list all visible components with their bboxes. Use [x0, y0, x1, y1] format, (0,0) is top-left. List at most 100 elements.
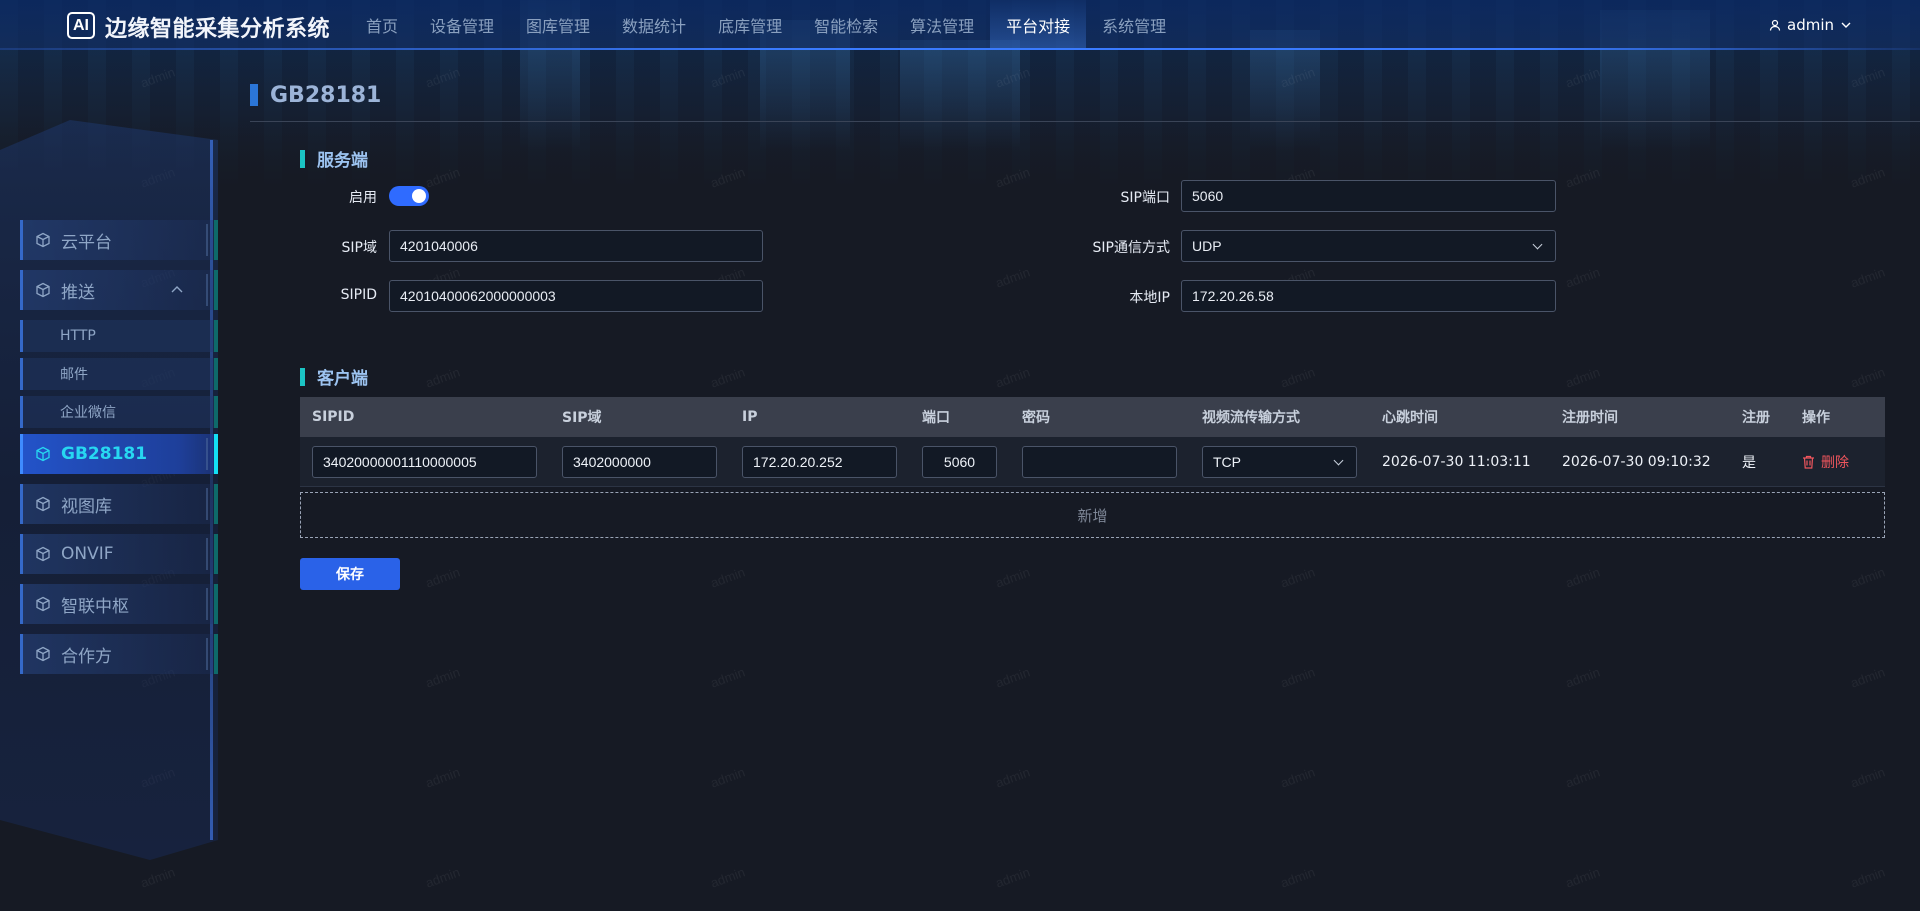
sidebar-item[interactable]: 智联中枢: [20, 584, 218, 624]
server-section-title: 服务端: [300, 146, 368, 171]
title-divider: [250, 121, 1920, 122]
sidebar-item-label: 合作方: [61, 646, 112, 667]
nav-item[interactable]: 设备管理: [414, 0, 510, 50]
sidebar-item-divider: [206, 488, 208, 520]
sip-transport-select[interactable]: UDP: [1181, 230, 1556, 262]
sidebar-item[interactable]: 推送: [20, 270, 218, 310]
sidebar-item-label: 云平台: [61, 232, 112, 253]
watermark-text: admin: [423, 664, 462, 691]
sidebar-subitem[interactable]: 邮件: [20, 358, 218, 390]
watermark-text: admin: [1278, 364, 1317, 391]
sidebar-subitem[interactable]: HTTP: [20, 320, 218, 352]
sidebar-item-label: 视图库: [61, 496, 112, 517]
watermark-text: admin: [1848, 364, 1887, 391]
watermark-text: admin: [1278, 864, 1317, 891]
top-bar: AI 边缘智能采集分析系统 首页 设备管理 图库管理 数据统计 底库管理 智能检索 算法管理…: [0, 0, 1920, 50]
app-logo-icon: AI: [67, 12, 95, 39]
sidebar-item[interactable]: 视图库: [20, 484, 218, 524]
nav-item[interactable]: 平台对接: [990, 0, 1087, 50]
sidebar-item-label: ONVIF: [61, 544, 114, 564]
nav-item[interactable]: 系统管理: [1086, 0, 1182, 50]
table-cell: 2026-07-30 09:10:32: [1550, 454, 1730, 470]
nav-item[interactable]: 数据统计: [606, 0, 702, 50]
cube-icon: [36, 232, 50, 248]
client-port-input[interactable]: 5060: [922, 445, 997, 478]
table-cell: TCP: [1190, 445, 1370, 478]
toggle-knob: [412, 189, 426, 203]
watermark-text: admin: [1563, 564, 1602, 591]
nav-item[interactable]: 首页: [350, 0, 414, 50]
sip-port-label: SIP端口: [1120, 190, 1170, 206]
column-header: SIPID: [312, 409, 355, 425]
client-table: SIPID SIP域 IP 端口 密码 视频流传输方式 心跳时间 注册时间 注册 操作 34020…: [300, 397, 1885, 487]
table-row: 34020000001110000005 3402000000 172.20.20.…: [300, 437, 1885, 487]
local-ip-input[interactable]: 172.20.26.58: [1181, 280, 1556, 312]
client-sip-domain-input[interactable]: 3402000000: [562, 445, 717, 478]
sidebar-item[interactable]: ONVIF: [20, 534, 218, 574]
client-password-input[interactable]: [1022, 445, 1177, 478]
sidebar-subitem[interactable]: 企业微信: [20, 396, 218, 428]
sip-port-input[interactable]: 5060: [1181, 180, 1556, 212]
enable-toggle[interactable]: [389, 186, 429, 206]
table-cell: 3402000000: [550, 445, 730, 478]
user-menu[interactable]: admin: [1769, 0, 1852, 50]
watermark-text: admin: [423, 764, 462, 791]
cube-icon: [36, 596, 50, 612]
sidebar-item-label: 智联中枢: [61, 596, 129, 617]
table-cell: 删除: [1790, 452, 1885, 472]
watermark-text: admin: [1278, 564, 1317, 591]
cube-icon: [36, 546, 50, 562]
column-header: IP: [742, 409, 758, 425]
table-cell: 2026-07-30 11:03:11: [1370, 454, 1550, 470]
add-client-button[interactable]: 新增: [300, 492, 1885, 538]
watermark-text: admin: [1278, 764, 1317, 791]
client-ip-input[interactable]: 172.20.20.252: [742, 445, 897, 478]
watermark-text: admin: [1848, 664, 1887, 691]
table-cell: 34020000001110000005: [300, 445, 550, 478]
trash-icon: [1803, 455, 1814, 469]
table-cell: 5060: [910, 445, 1010, 478]
local-ip-label: 本地IP: [1129, 290, 1170, 306]
sidebar-item-divider: [206, 224, 208, 256]
sipid-label: SIPID: [340, 287, 377, 303]
section-bar: [300, 367, 305, 386]
sidebar-subitem-label: 企业微信: [60, 405, 116, 421]
watermark-text: admin: [423, 364, 462, 391]
sip-domain-label: SIP域: [341, 240, 377, 256]
delete-button[interactable]: 删除: [1802, 452, 1885, 472]
watermark-text: admin: [993, 764, 1032, 791]
user-name: admin: [1787, 16, 1834, 34]
watermark-text: admin: [423, 564, 462, 591]
client-transport-select[interactable]: TCP: [1202, 445, 1357, 478]
table-cell: [1010, 445, 1190, 478]
sipid-input[interactable]: 42010400062000000003: [389, 280, 763, 312]
column-header: 密码: [1022, 410, 1050, 426]
watermark-text: admin: [708, 864, 747, 891]
server-section-label: 服务端: [317, 151, 368, 171]
cube-icon: [36, 646, 50, 662]
watermark-text: admin: [1848, 564, 1887, 591]
register-time: 2026-07-30 09:10:32: [1562, 453, 1711, 470]
watermark-text: admin: [1563, 364, 1602, 391]
client-sipid-input[interactable]: 34020000001110000005: [312, 445, 537, 478]
sidebar-subitem-label: 邮件: [60, 367, 88, 383]
watermark-text: admin: [708, 364, 747, 391]
sip-domain-input[interactable]: 4201040006: [389, 230, 763, 262]
sidebar-item-divider: [206, 588, 208, 620]
cube-icon: [36, 496, 50, 512]
nav-item[interactable]: 底库管理: [702, 0, 798, 50]
column-header: SIP域: [562, 410, 602, 426]
main-nav: 首页 设备管理 图库管理 数据统计 底库管理 智能检索 算法管理 平台对接 系统管理: [350, 0, 1182, 50]
sidebar: 云平台推送 HTTP 邮件企业微信 GB28181 视图库 ONVIF 智联中枢合作方: [20, 220, 218, 684]
nav-item[interactable]: 图库管理: [510, 0, 606, 50]
cube-icon: [36, 282, 50, 298]
sidebar-item[interactable]: 云平台: [20, 220, 218, 260]
nav-item[interactable]: 算法管理: [894, 0, 990, 50]
sidebar-item[interactable]: GB28181: [20, 434, 218, 474]
nav-item[interactable]: 智能检索: [798, 0, 894, 50]
sidebar-item[interactable]: 合作方: [20, 634, 218, 674]
watermark-text: admin: [708, 764, 747, 791]
title-bar: [250, 84, 258, 106]
watermark-text: admin: [993, 364, 1032, 391]
save-button[interactable]: 保存: [300, 558, 400, 590]
